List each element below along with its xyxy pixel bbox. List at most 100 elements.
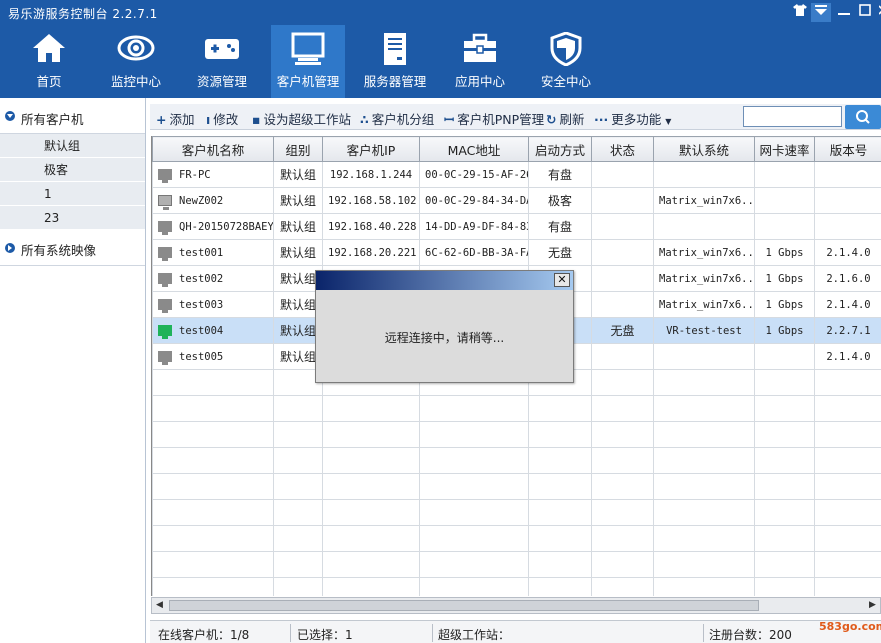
table-cell <box>591 577 654 596</box>
table-cell: 192.168.1.244 <box>322 161 420 188</box>
table-cell <box>591 447 654 474</box>
computer-icon <box>158 299 172 313</box>
sidebar-all-clients[interactable]: 所有客户机 <box>0 98 145 134</box>
minimize-icon[interactable] <box>834 3 854 22</box>
table-cell <box>814 213 881 240</box>
scroll-right-icon[interactable]: ▶ <box>866 599 879 612</box>
client-name: test002 <box>179 272 224 285</box>
table-row[interactable]: test001 默认组 192.168.20.221 6C-62-6D-BB-3A-F… <box>152 239 881 266</box>
shirt-icon[interactable] <box>790 3 810 22</box>
more-functions-button[interactable]: ··· 更多功能 ▼ <box>594 109 671 128</box>
toolbox-icon <box>464 33 496 62</box>
table-row[interactable]: FR-PC 默认组 192.168.1.244 00-0C-29-15-AF-26 有盘 <box>152 161 881 188</box>
table-cell <box>591 161 654 188</box>
super-workstation: 超级工作站： <box>438 628 511 642</box>
table-cell: 默认组 <box>273 239 323 266</box>
nav-home[interactable]: 首页 <box>12 25 86 98</box>
table-cell <box>653 395 755 422</box>
maximize-icon[interactable] <box>855 3 875 22</box>
column-header[interactable]: 版本号 <box>814 136 881 162</box>
column-header[interactable]: 客户机IP <box>322 136 420 162</box>
table-cell: 1 Gbps <box>754 265 815 292</box>
table-cell <box>814 473 881 500</box>
table-cell <box>591 187 654 214</box>
table-cell: 极客 <box>528 187 592 214</box>
registered-count: 注册台数：200 <box>709 628 792 642</box>
table-row[interactable]: QH-20150728BAEY 默认组 192.168.40.228 14-DD-A9… <box>152 213 881 240</box>
sidebar-group-item[interactable]: 23 <box>0 206 145 230</box>
scrollbar-thumb[interactable] <box>169 600 759 611</box>
table-cell <box>814 577 881 596</box>
nav-server-mgmt[interactable]: 服务器管理 <box>358 25 432 98</box>
table-cell <box>152 421 274 448</box>
dialog-message: 远程连接中，请稍等... <box>384 331 505 345</box>
table-cell <box>591 551 654 578</box>
expand-icon[interactable] <box>5 243 15 253</box>
table-cell <box>814 525 881 552</box>
nav-client-label: 客户机管理 <box>276 74 340 89</box>
table-cell <box>528 577 592 596</box>
table-cell <box>322 473 420 500</box>
table-cell: test003 <box>152 291 274 318</box>
dialog-close-button[interactable]: ✕ <box>554 273 570 287</box>
table-cell: 2.1.4.0 <box>814 291 881 318</box>
search-button[interactable] <box>845 105 881 129</box>
sidebar-group-item[interactable]: 默认组 <box>0 134 145 158</box>
dropdown-icon[interactable] <box>811 3 831 22</box>
table-cell <box>653 161 755 188</box>
table-cell <box>152 577 274 596</box>
eye-icon <box>117 35 155 61</box>
table-cell <box>754 577 815 596</box>
computer-icon <box>158 247 172 261</box>
client-pnp-button[interactable]: ꟷ 客户机PNP管理 <box>444 109 544 128</box>
scroll-left-icon[interactable]: ◀ <box>153 599 166 612</box>
column-header[interactable]: 默认系统 <box>653 136 755 162</box>
refresh-button[interactable]: ↻ 刷新 <box>546 109 585 128</box>
table-cell: 2.2.7.1 <box>814 317 881 344</box>
column-header[interactable]: MAC地址 <box>419 136 529 162</box>
sidebar-group-item[interactable]: 极客 <box>0 158 145 182</box>
nav-monitor-label: 监控中心 <box>110 74 161 89</box>
horizontal-scrollbar[interactable]: ◀ ▶ <box>151 597 881 614</box>
column-header[interactable]: 客户机名称 <box>152 136 274 162</box>
nav-resource-mgmt[interactable]: 资源管理 <box>185 25 259 98</box>
gamepad-icon <box>205 39 239 59</box>
set-super-workstation-button[interactable]: ▪ 设为超级工作站 <box>252 109 351 128</box>
column-header[interactable]: 组别 <box>273 136 323 162</box>
table-cell: 192.168.20.221 <box>322 239 420 266</box>
close-icon[interactable] <box>873 3 881 22</box>
table-cell <box>152 395 274 422</box>
nav-security-label: 安全中心 <box>540 74 591 89</box>
table-cell: 有盘 <box>528 161 592 188</box>
nav-client-mgmt[interactable]: 客户机管理 <box>271 25 345 98</box>
edit-button[interactable]: ı 修改 <box>206 109 238 128</box>
table-cell <box>273 447 323 474</box>
search-input[interactable] <box>743 106 842 127</box>
table-cell: Matrix_win7x6... <box>653 239 755 266</box>
server-icon <box>384 33 406 65</box>
sidebar-all-images[interactable]: 所有系统映像 <box>0 230 145 266</box>
nav-monitor-center[interactable]: 监控中心 <box>99 25 173 98</box>
column-header[interactable]: 状态 <box>591 136 654 162</box>
table-cell <box>419 499 529 526</box>
add-button[interactable]: + 添加 <box>156 109 195 128</box>
table-cell <box>152 447 274 474</box>
table-cell: 无盘 <box>591 317 654 344</box>
collapse-icon[interactable] <box>5 111 15 121</box>
home-icon <box>33 34 65 62</box>
selected-count: 已选择：1 <box>297 628 353 642</box>
column-header[interactable]: 网卡速率 <box>754 136 815 162</box>
client-name: test003 <box>179 298 224 311</box>
nav-app-center[interactable]: 应用中心 <box>443 25 517 98</box>
table-cell <box>528 447 592 474</box>
table-cell <box>322 525 420 552</box>
table-cell: 14-DD-A9-DF-84-83 <box>419 213 529 240</box>
client-group-button[interactable]: ∴ 客户机分组 <box>360 109 434 128</box>
table-cell <box>754 447 815 474</box>
refresh-icon: ↻ <box>546 112 557 127</box>
column-header[interactable]: 启动方式 <box>528 136 592 162</box>
nav-security-center[interactable]: 安全中心 <box>529 25 603 98</box>
table-cell <box>814 421 881 448</box>
sidebar-group-item[interactable]: 1 <box>0 182 145 206</box>
table-row[interactable]: NewZ002 默认组 192.168.58.102 00-0C-29-84-34-D… <box>152 187 881 214</box>
